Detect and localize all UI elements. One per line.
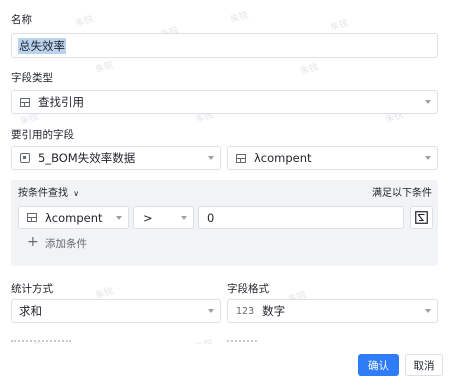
condition-field-value: λcompent <box>45 210 103 225</box>
chevron-down-icon <box>116 216 122 220</box>
field-table-icon <box>27 213 37 222</box>
condition-mode-toggle[interactable]: 按条件查找 ∨ <box>18 188 79 200</box>
field-type-select[interactable]: 查找引用 <box>11 90 438 114</box>
name-input-value: 总失效率 <box>18 37 66 54</box>
reference-table-value: 5_BOM失效率数据 <box>38 151 136 165</box>
field-type-label: 字段类型 <box>11 72 53 84</box>
statistics-label: 统计方式 <box>11 283 53 295</box>
statistics-value: 求和 <box>19 304 42 318</box>
field-format-value: 数字 <box>262 304 286 318</box>
name-input[interactable]: 总失效率 <box>11 33 438 58</box>
condition-mode-label: 按条件查找 <box>18 188 68 199</box>
chevron-down-icon <box>208 156 214 160</box>
chevron-down-icon <box>181 216 187 220</box>
number-format-icon: 123 <box>236 305 255 317</box>
lookup-table-icon <box>20 97 30 107</box>
reference-table-select[interactable]: 5_BOM失效率数据 <box>11 146 221 170</box>
chevron-down-icon <box>425 156 431 160</box>
confirm-button[interactable]: 确认 <box>358 354 399 376</box>
chevron-down-icon <box>208 309 214 313</box>
referenced-field-label: 要引用的字段 <box>11 129 74 141</box>
add-condition-button[interactable]: + 添加条件 <box>27 234 87 250</box>
field-type-value: 查找引用 <box>38 95 84 109</box>
reference-field-value: λcompent <box>254 151 312 165</box>
chevron-down-icon: ∨ <box>73 189 80 198</box>
field-format-label: 字段格式 <box>227 283 269 295</box>
condition-operator-value: > <box>143 210 153 225</box>
condition-value-input[interactable]: 0 <box>198 206 404 229</box>
formula-button[interactable] <box>410 206 433 229</box>
add-condition-label: 添加条件 <box>45 238 87 250</box>
name-label: 名称 <box>11 14 32 26</box>
condition-field-select[interactable]: λcompent <box>18 206 129 229</box>
cancel-button[interactable]: 取消 <box>405 354 443 376</box>
plus-icon: + <box>27 234 39 250</box>
reference-field-select[interactable]: λcompent <box>227 146 438 170</box>
chevron-down-icon <box>425 100 431 104</box>
statistics-select[interactable]: 求和 <box>11 299 221 323</box>
match-all-conditions-label: 满足以下条件 <box>372 188 432 199</box>
formula-icon <box>415 211 428 224</box>
field-table-icon <box>236 153 246 163</box>
condition-operator-select[interactable]: > <box>133 206 194 229</box>
condition-value-text: 0 <box>207 210 215 225</box>
chevron-down-icon <box>425 309 431 313</box>
datasheet-icon <box>20 153 30 163</box>
field-format-select[interactable]: 123 数字 <box>227 299 438 323</box>
